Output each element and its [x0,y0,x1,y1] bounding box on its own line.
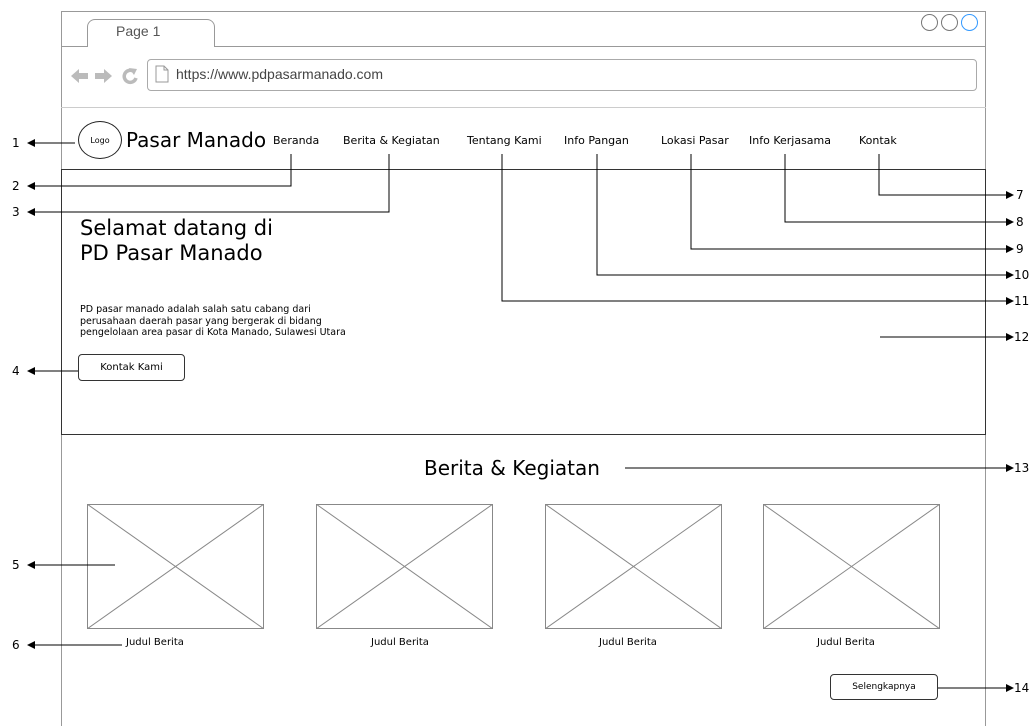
news-card-title[interactable]: Judul Berita [599,637,657,648]
news-image-placeholder[interactable] [316,504,493,629]
annotation-number: 3 [12,205,20,219]
annotation-number: 4 [12,364,20,378]
annotation-number: 8 [1016,215,1024,229]
back-arrow-icon[interactable] [71,69,88,83]
annotation-number: 6 [12,638,20,652]
nav-item-info-kerjasama[interactable]: Info Kerjasama [749,134,831,147]
annotation-number: 13 [1014,461,1030,475]
page-icon [155,65,169,83]
hero-section [61,169,986,435]
news-image-placeholder[interactable] [763,504,940,629]
window-circle-icon[interactable] [921,14,938,31]
hero-description: PD pasar manado adalah salah satu cabang… [80,304,346,338]
url-text[interactable]: https://www.pdpasarmanado.com [176,66,383,82]
annotation-number: 10 [1014,268,1030,282]
logo[interactable]: Logo [78,121,122,159]
annotation-number: 12 [1014,330,1030,344]
chrome-divider [61,107,986,108]
annotation-number: 5 [12,558,20,572]
annotation-number: 2 [12,179,20,193]
more-button[interactable]: Selengkapnya [830,674,938,700]
brand-name: Pasar Manado [126,128,267,152]
annotation-number: 9 [1016,242,1024,256]
window-circle-icon[interactable] [941,14,958,31]
nav-item-kontak[interactable]: Kontak [859,134,897,147]
hero-title: Selamat datang di PD Pasar Manado [80,216,273,265]
window-circle-icon[interactable] [961,14,978,31]
tab-title: Page 1 [116,23,161,39]
news-card-title[interactable]: Judul Berita [371,637,429,648]
news-card-title[interactable]: Judul Berita [817,637,875,648]
nav-item-info-pangan[interactable]: Info Pangan [564,134,629,147]
nav-item-berita-kegiatan[interactable]: Berita & Kegiatan [343,134,440,147]
news-image-placeholder[interactable] [87,504,264,629]
section-title: Berita & Kegiatan [424,456,600,480]
contact-button[interactable]: Kontak Kami [78,354,185,381]
news-card-title[interactable]: Judul Berita [126,637,184,648]
nav-controls [71,68,138,85]
nav-item-tentang-kami[interactable]: Tentang Kami [467,134,542,147]
nav-item-lokasi-pasar[interactable]: Lokasi Pasar [661,134,729,147]
annotation-number: 11 [1014,294,1030,308]
annotation-number: 7 [1016,188,1024,202]
annotation-number: 14 [1014,681,1030,695]
reload-icon[interactable] [122,68,138,85]
forward-arrow-icon[interactable] [95,69,112,83]
news-image-placeholder[interactable] [545,504,722,629]
nav-item-beranda[interactable]: Beranda [273,134,319,147]
annotation-number: 1 [12,136,20,150]
